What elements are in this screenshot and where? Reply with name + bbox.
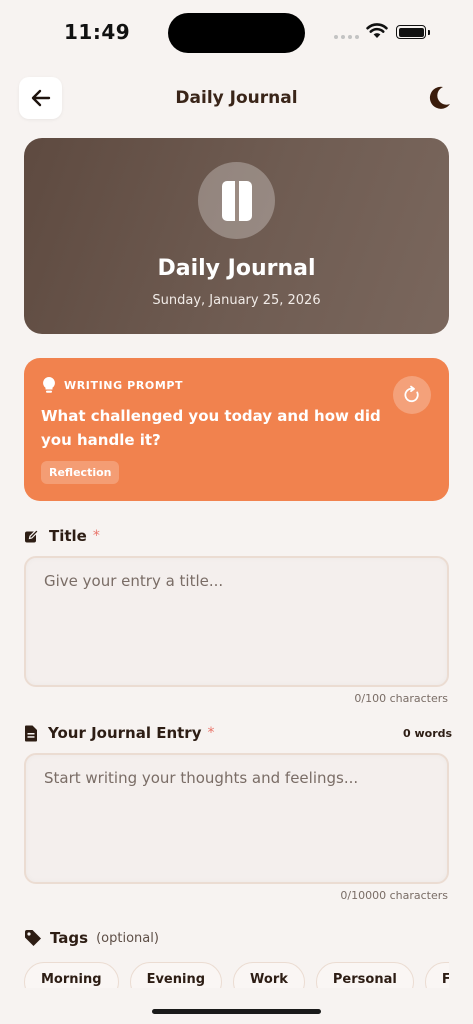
title-placeholder: Give your entry a title... [44,572,224,590]
tag-chip-personal[interactable]: Personal [315,962,414,988]
hero-title: Daily Journal [157,256,316,281]
status-time: 11:49 [64,20,131,44]
tag-icon [25,930,41,946]
refresh-prompt-button[interactable] [393,376,431,414]
tag-chip-morning[interactable]: Morning [24,962,119,988]
writing-prompt-card: WRITING PROMPT What challenged you today… [24,358,449,501]
prompt-category-badge: Reflection [41,461,120,484]
tags-label-text: Tags [50,929,89,947]
lightbulb-icon [43,377,55,393]
wifi-icon [366,22,388,43]
prompt-text: What challenged you today and how did yo… [41,407,381,449]
tag-chip-evening[interactable]: Evening [129,962,223,988]
title-char-count: 0/100 characters [354,692,448,705]
tag-chip-work[interactable]: Work [233,962,305,988]
entry-label-text: Your Journal Entry [48,724,202,742]
moon-icon [429,86,450,109]
home-indicator[interactable] [152,1009,321,1014]
entry-placeholder: Start writing your thoughts and feelings… [44,769,359,787]
journal-hero-card: Daily Journal Sunday, January 25, 2026 [24,138,449,334]
dynamic-island [168,13,305,53]
page-title: Daily Journal [175,88,298,108]
book-icon [221,180,252,221]
dark-mode-toggle[interactable] [426,85,452,115]
tags-label: Tags (optional) [24,929,159,947]
tags-optional-text: (optional) [96,930,159,946]
entry-char-count: 0/10000 characters [340,889,448,902]
title-label: Title * [24,527,100,545]
prompt-label: WRITING PROMPT [64,378,184,392]
title-input[interactable]: Give your entry a title... [24,556,449,687]
status-bar: 11:49 [0,0,473,66]
edit-icon [25,528,39,542]
tags-list: Morning Evening Work Personal Family [24,962,449,988]
cellular-signal-icon [334,35,359,39]
word-count: 0 words [403,727,453,740]
title-label-text: Title [49,527,87,545]
entry-label: Your Journal Entry * [24,724,215,742]
tag-chip-family[interactable]: Family [424,962,449,988]
prompt-header: WRITING PROMPT [42,376,183,394]
required-indicator: * [92,528,100,544]
book-icon-badge [198,162,275,239]
battery-icon [396,25,430,39]
document-icon [25,725,37,741]
journal-entry-textarea[interactable]: Start writing your thoughts and feelings… [24,753,449,884]
required-indicator: * [207,725,215,741]
refresh-icon [404,385,419,403]
hero-date: Sunday, January 25, 2026 [152,293,321,308]
